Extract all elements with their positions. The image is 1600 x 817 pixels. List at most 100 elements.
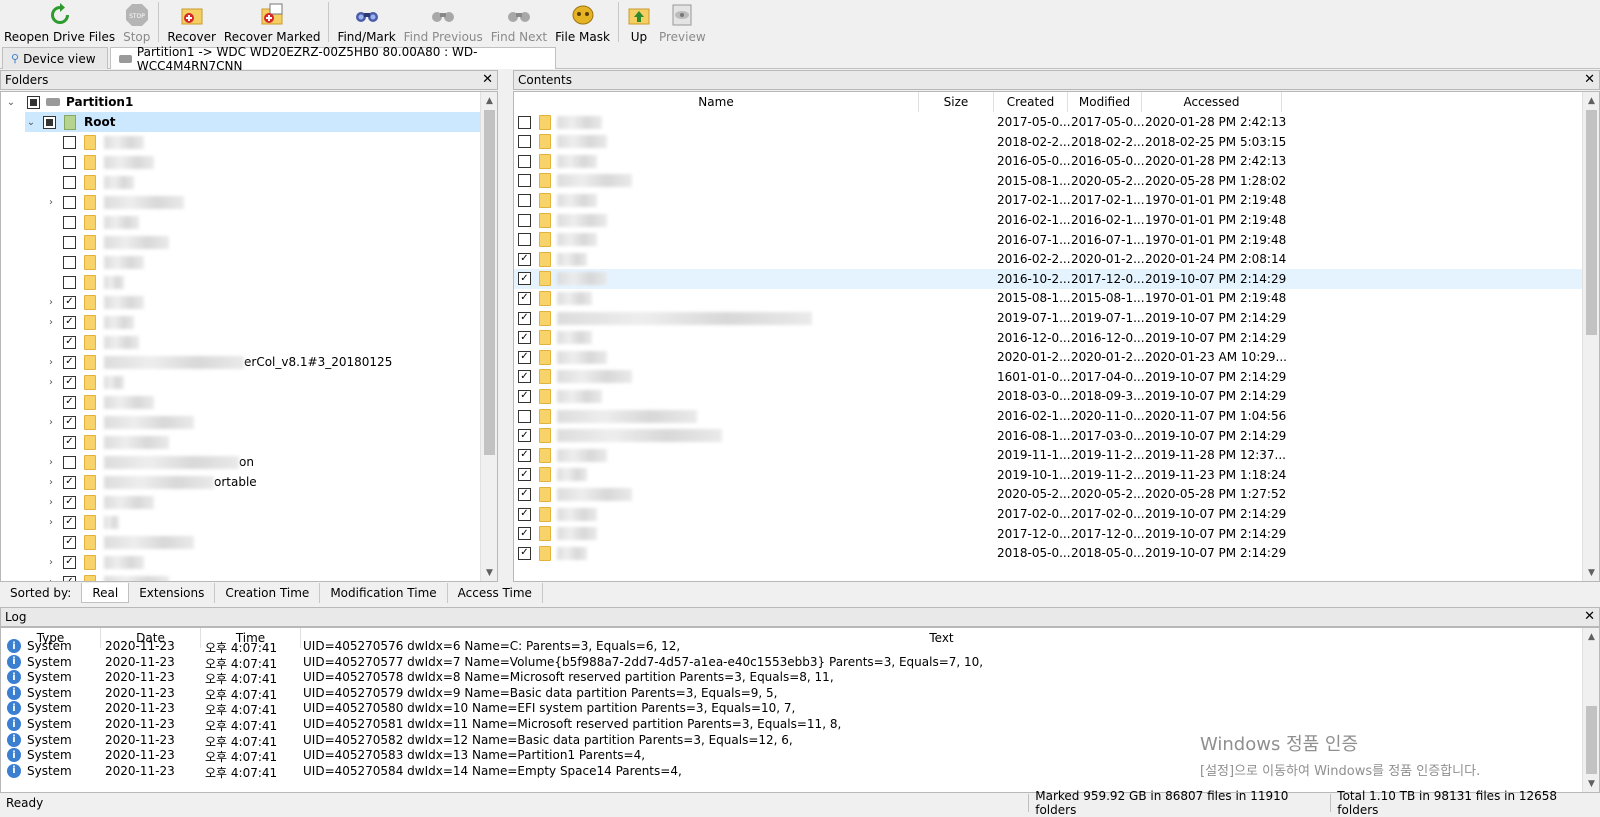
tree-item[interactable] (45, 152, 485, 172)
tree-item[interactable]: ✓ (45, 332, 485, 352)
close-icon[interactable]: ✕ (1584, 72, 1595, 87)
column-header-accessed[interactable]: Accessed (1142, 92, 1282, 112)
checkbox[interactable] (518, 409, 531, 423)
sort-tab-creation-time[interactable]: Creation Time (215, 583, 321, 603)
tree-item[interactable]: ✓ (45, 392, 485, 412)
stop-button[interactable]: STOP Stop (119, 0, 154, 44)
column-header-created[interactable]: Created (994, 92, 1068, 112)
tree-item[interactable]: ✓ (45, 432, 485, 452)
checkbox[interactable]: ✓ (63, 475, 76, 489)
log-row[interactable]: i System 2020-11-23 오후 4:07:41 UID=405270577… (1, 654, 1583, 671)
sort-tab-extensions[interactable]: Extensions (129, 583, 216, 603)
checkbox[interactable]: ✓ (518, 252, 531, 266)
checkbox[interactable] (63, 255, 76, 269)
log-row[interactable]: i System 2020-11-23 오후 4:07:41 UID=405270584… (1, 763, 1583, 780)
content-row[interactable]: 2018-02-2... 2018-02-2... 2018-02-25 PM 5:… (514, 132, 1582, 152)
tree-item[interactable]: › ✓ (45, 512, 485, 532)
checkbox[interactable]: ✓ (518, 487, 531, 501)
content-row[interactable]: ✓ 2020-01-2... 2020-01-2... 2020-01-23 AM 1… (514, 347, 1582, 367)
log-row[interactable]: i System 2020-11-23 오후 4:07:41 UID=405270581… (1, 716, 1583, 733)
tree-item[interactable] (45, 232, 485, 252)
checkbox[interactable] (27, 95, 40, 109)
tree-item-root[interactable]: ⌄ Root (25, 112, 483, 132)
content-row[interactable]: 2016-02-1... 2016-02-1... 1970-01-01 PM 2:… (514, 210, 1582, 230)
tree-item[interactable]: › ✓ (45, 412, 485, 432)
chevron-right-icon[interactable]: › (45, 357, 57, 368)
checkbox[interactable]: ✓ (63, 315, 76, 329)
column-header-modified[interactable]: Modified (1068, 92, 1142, 112)
scrollbar-thumb[interactable] (1586, 110, 1597, 335)
log-row[interactable]: i System 2020-11-23 오후 4:07:41 UID=405270579… (1, 685, 1583, 702)
tree-item[interactable]: › ✓ (45, 312, 485, 332)
checkbox[interactable]: ✓ (518, 468, 531, 482)
scroll-up-arrow-icon[interactable]: ▲ (1583, 628, 1599, 645)
find-mark-button[interactable]: Find/Mark (333, 0, 399, 44)
tree-item[interactable]: › (45, 192, 485, 212)
checkbox[interactable]: ✓ (518, 448, 531, 462)
log-row[interactable]: i System 2020-11-23 오후 4:07:41 UID=405270580… (1, 700, 1583, 717)
tree-item[interactable]: › ✓ (45, 572, 485, 581)
chevron-right-icon[interactable]: › (45, 497, 57, 508)
checkbox[interactable]: ✓ (518, 546, 531, 560)
content-row[interactable]: 2016-05-0... 2016-05-0... 2020-01-28 PM 2:… (514, 151, 1582, 171)
chevron-right-icon[interactable]: › (45, 377, 57, 388)
chevron-right-icon[interactable]: › (45, 297, 57, 308)
checkbox[interactable] (63, 455, 76, 469)
column-header-size[interactable]: Size (919, 92, 994, 112)
checkbox[interactable]: ✓ (518, 527, 531, 541)
checkbox[interactable] (63, 215, 76, 229)
tree-item-partition[interactable]: ⌄ Partition1 (5, 92, 485, 112)
checkbox[interactable]: ✓ (518, 291, 531, 305)
checkbox[interactable] (63, 175, 76, 189)
recover-button[interactable]: Recover (163, 0, 220, 44)
find-previous-button[interactable]: Find Previous (400, 0, 487, 44)
checkbox[interactable]: ✓ (63, 415, 76, 429)
scroll-down-arrow-icon[interactable]: ▼ (1583, 564, 1599, 581)
chevron-right-icon[interactable]: › (45, 477, 57, 488)
content-row[interactable]: 2017-05-0... 2017-05-0... 2020-01-28 PM 2:… (514, 112, 1582, 132)
checkbox[interactable] (518, 115, 531, 129)
tree-item[interactable]: › ✓ (45, 292, 485, 312)
tree-item[interactable]: › ✓ (45, 552, 485, 572)
checkbox[interactable]: ✓ (518, 331, 531, 345)
tree-item[interactable] (45, 272, 485, 292)
content-row[interactable]: 2016-07-1... 2016-07-1... 1970-01-01 PM 2:… (514, 230, 1582, 250)
checkbox[interactable] (43, 115, 56, 129)
tree-item[interactable] (45, 252, 485, 272)
content-row[interactable]: ✓ 1601-01-0... 2017-04-0... 2019-10-07 PM 2… (514, 367, 1582, 387)
content-row[interactable]: ✓ 2017-12-0... 2017-12-0... 2019-10-07 PM 2… (514, 524, 1582, 544)
checkbox[interactable]: ✓ (63, 515, 76, 529)
checkbox[interactable] (518, 233, 531, 247)
log-scrollbar[interactable]: ▲ ▼ (1582, 628, 1599, 792)
checkbox[interactable]: ✓ (518, 429, 531, 443)
checkbox[interactable]: ✓ (518, 507, 531, 521)
log-row[interactable]: i System 2020-11-23 오후 4:07:41 UID=405270583… (1, 747, 1583, 764)
close-icon[interactable]: ✕ (482, 72, 493, 87)
checkbox[interactable] (518, 213, 531, 227)
tree-item[interactable]: › ✓ (45, 372, 485, 392)
checkbox[interactable]: ✓ (518, 272, 531, 286)
tree-item[interactable] (45, 132, 485, 152)
up-button[interactable]: Up (623, 0, 655, 44)
tab-device-view[interactable]: ⚲ Device view (2, 47, 108, 69)
checkbox[interactable]: ✓ (63, 435, 76, 449)
recover-marked-button[interactable]: Recover Marked (220, 0, 325, 44)
tree-item[interactable]: ✓ (45, 532, 485, 552)
checkbox[interactable] (518, 174, 531, 188)
content-row[interactable]: ✓ 2019-10-1... 2019-11-2... 2019-11-23 PM 1… (514, 465, 1582, 485)
sort-tab-access-time[interactable]: Access Time (448, 583, 543, 603)
content-row[interactable]: ✓ 2016-08-1... 2017-03-0... 2019-10-07 PM 2… (514, 426, 1582, 446)
chevron-right-icon[interactable]: › (45, 197, 57, 208)
scroll-up-arrow-icon[interactable]: ▲ (481, 92, 497, 109)
scrollbar-thumb[interactable] (484, 110, 495, 455)
scroll-up-arrow-icon[interactable]: ▲ (1583, 92, 1599, 109)
sort-tab-real[interactable]: Real (81, 583, 130, 603)
content-row[interactable]: ✓ 2020-05-2... 2020-05-2... 2020-05-28 PM 1… (514, 484, 1582, 504)
chevron-right-icon[interactable]: › (45, 317, 57, 328)
tree-item[interactable]: › ✓ erCol_v8.1#3_20180125 (45, 352, 485, 372)
content-row[interactable]: 2015-08-1... 2020-05-2... 2020-05-28 PM 1:… (514, 171, 1582, 191)
chevron-right-icon[interactable]: › (45, 417, 57, 428)
content-row[interactable]: ✓ 2017-02-0... 2017-02-0... 2019-10-07 PM 2… (514, 504, 1582, 524)
checkbox[interactable]: ✓ (518, 370, 531, 384)
content-row[interactable]: ✓ 2016-02-2... 2020-01-2... 2020-01-24 PM 2… (514, 249, 1582, 269)
